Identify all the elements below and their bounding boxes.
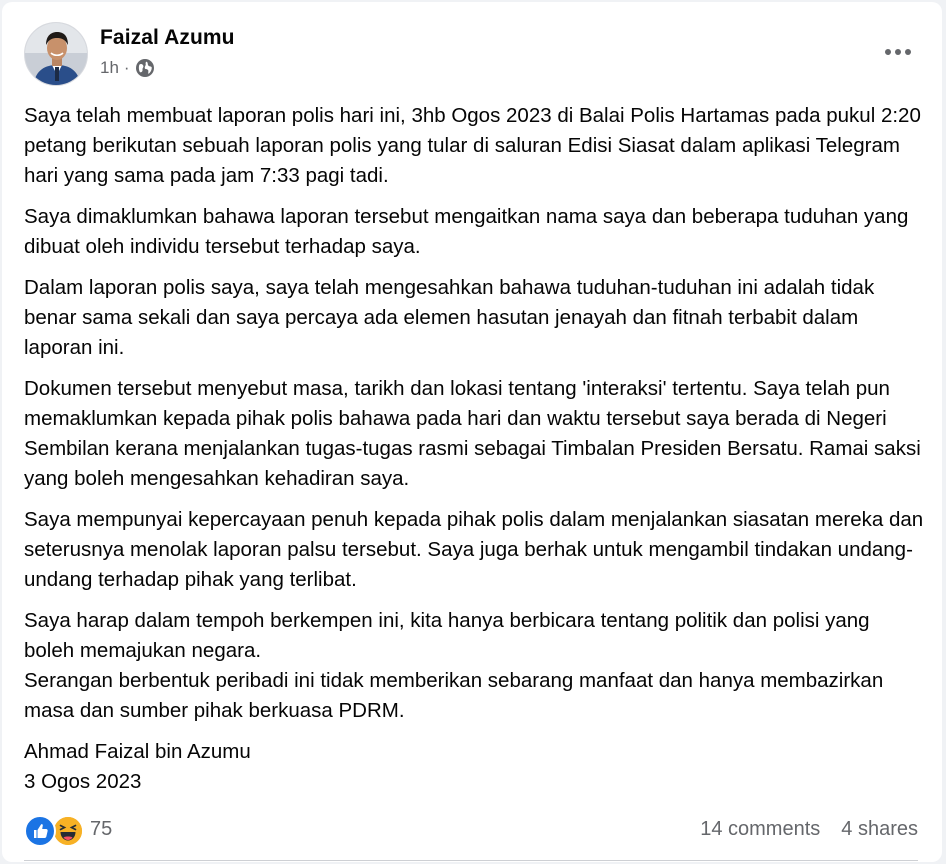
post-footer: 75 14 comments 4 shares: [24, 812, 918, 847]
like-reaction-icon: [24, 815, 56, 847]
haha-reaction-icon: [52, 815, 84, 847]
post-text: Saya telah membuat laporan polis hari in…: [24, 101, 924, 808]
post-stats: 14 comments 4 shares: [700, 818, 918, 841]
post-meta: 1h ·: [100, 58, 154, 78]
comments-count-link[interactable]: 14 comments: [700, 818, 820, 841]
reactions-summary[interactable]: 75: [24, 814, 113, 847]
post-paragraph: Dalam laporan polis saya, saya telah men…: [24, 276, 875, 359]
post-paragraph: Saya harap dalam tempoh berkempen ini, k…: [24, 609, 884, 722]
post-signature: Ahmad Faizal bin Azumu 3 Ogos 2023: [24, 740, 251, 793]
meta-separator: ·: [123, 58, 130, 77]
post-paragraph: Dokumen tersebut menyebut masa, tarikh d…: [24, 377, 921, 490]
post-paragraph: Saya telah membuat laporan polis hari in…: [24, 104, 921, 187]
post-time[interactable]: 1h: [100, 58, 119, 78]
shares-count-link[interactable]: 4 shares: [841, 818, 918, 841]
reaction-icons: [24, 814, 86, 847]
more-horizontal-icon: [885, 49, 911, 55]
post-paragraph: Saya mempunyai kepercayaan penuh kepada …: [24, 508, 924, 591]
footer-divider: [24, 860, 918, 861]
post-paragraph: Saya dimaklumkan bahawa laporan tersebut…: [24, 205, 909, 258]
avatar[interactable]: [24, 22, 88, 86]
globe-icon[interactable]: [135, 59, 154, 77]
post-card: Faizal Azumu 1h · Saya telah membuat lap…: [2, 2, 942, 862]
reaction-count: 75: [90, 817, 113, 840]
more-options-button[interactable]: [878, 38, 918, 66]
author-name[interactable]: Faizal Azumu: [100, 26, 235, 50]
profile-photo: [25, 23, 87, 85]
